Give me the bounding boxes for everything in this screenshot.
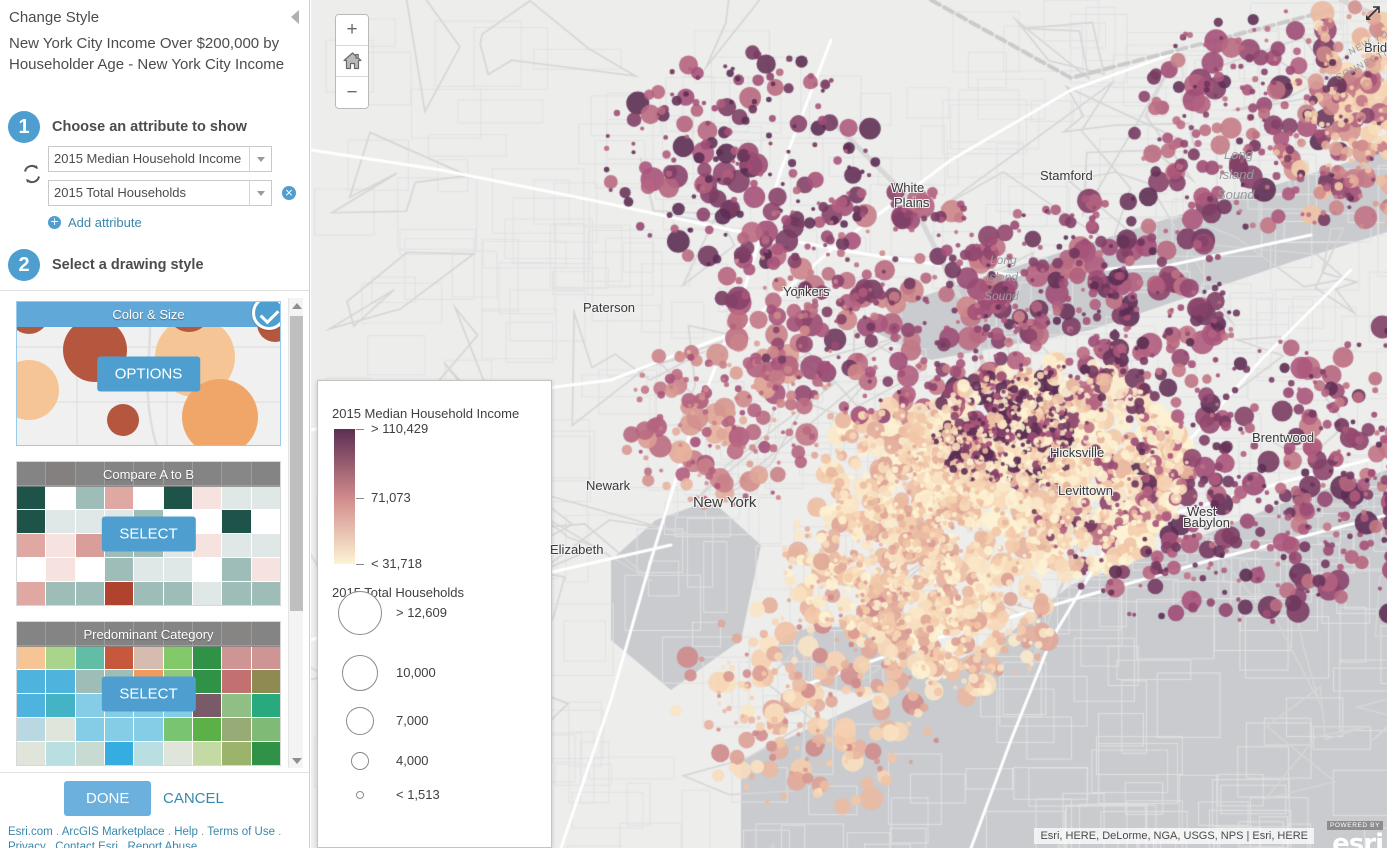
separator: .	[46, 841, 56, 848]
plus-circle-icon: +	[48, 216, 61, 229]
attribute-select-1[interactable]: 2015 Median Household Income	[48, 146, 272, 172]
legend-color-label-1: 71,073	[371, 490, 411, 505]
separator: .	[53, 826, 62, 838]
home-button[interactable]	[336, 46, 368, 77]
legend-tick	[356, 564, 364, 565]
separator: .	[275, 826, 281, 838]
legend-color-label-0: > 110,429	[371, 421, 428, 436]
footer-link-report-abuse[interactable]: Report Abuse	[128, 841, 198, 848]
esri-wordmark: esri	[1319, 832, 1383, 848]
add-attribute-label: Add attribute	[68, 215, 142, 230]
separator: .	[165, 826, 175, 838]
home-icon	[343, 52, 362, 70]
drawing-style-list: Color & Size OPTIONS Compare A to B	[0, 290, 310, 772]
scroll-down-arrow-icon[interactable]	[289, 753, 304, 768]
scrollbar-thumb[interactable]	[290, 316, 303, 611]
style-card-title: Color & Size	[17, 302, 280, 327]
legend-color-title: 2015 Median Household Income	[332, 406, 519, 421]
map-legend: 2015 Median Household Income 2015 Total …	[317, 380, 552, 848]
footer-link-help[interactable]: Help	[174, 826, 198, 838]
footer-link-privacy[interactable]: Privacy	[8, 841, 46, 848]
legend-size-label-4: < 1,513	[396, 787, 440, 802]
scroll-up-arrow-icon[interactable]	[289, 298, 304, 313]
step-1-badge: 1	[8, 111, 40, 143]
legend-size-label-1: 10,000	[396, 665, 436, 680]
remove-attribute-button[interactable]: ×	[282, 186, 296, 200]
legend-size-circle-4	[356, 791, 364, 799]
footer-link-esri-com[interactable]: Esri.com	[8, 826, 53, 838]
attribute-select-2-value: 2015 Total Households	[49, 181, 249, 205]
swap-attributes-icon[interactable]	[21, 163, 43, 185]
change-style-panel: Change Style New York City Income Over $…	[0, 0, 310, 848]
footer-link-contact-esri[interactable]: Contact Esri	[55, 841, 118, 848]
map-view[interactable]: + − 2015 Median Household Income 2015 To…	[311, 0, 1387, 848]
legend-size-label-3: 4,000	[396, 753, 429, 768]
esri-logo: POWERED BY esri	[1319, 814, 1383, 846]
arcgis-map-viewer: Change Style New York City Income Over $…	[0, 0, 1387, 848]
done-button[interactable]: DONE	[64, 781, 151, 816]
footer-link-arcgis-marketplace[interactable]: ArcGIS Marketplace	[62, 826, 165, 838]
style-select-button[interactable]: SELECT	[101, 516, 195, 551]
legend-color-ramp	[334, 429, 355, 564]
add-attribute-link[interactable]: + Add attribute	[48, 215, 142, 230]
separator: .	[198, 826, 207, 838]
footer-link-terms-of-use[interactable]: Terms of Use	[207, 826, 275, 838]
chevron-down-icon[interactable]	[249, 147, 271, 171]
layer-name: New York City Income Over $200,000 by Ho…	[9, 33, 295, 75]
legend-size-label-2: 7,000	[396, 713, 429, 728]
legend-size-circle-1	[342, 655, 378, 691]
style-select-button[interactable]: SELECT	[101, 676, 195, 711]
style-card-predominant-category[interactable]: Predominant Category SELECT	[16, 621, 281, 766]
step-1-heading: Choose an attribute to show	[52, 119, 247, 135]
style-options-button[interactable]: OPTIONS	[97, 356, 201, 391]
cancel-button[interactable]: CANCEL	[163, 790, 224, 807]
step-2-badge: 2	[8, 249, 40, 281]
collapse-left-arrow-icon[interactable]	[291, 10, 299, 24]
style-card-title: Predominant Category	[17, 622, 280, 647]
attribute-select-2[interactable]: 2015 Total Households	[48, 180, 272, 206]
style-list-scrollbar[interactable]	[288, 298, 303, 768]
chevron-down-icon[interactable]	[249, 181, 271, 205]
map-attribution: Esri, HERE, DeLorme, NGA, USGS, NPS | Es…	[1034, 828, 1314, 844]
style-card-compare-a-to-b[interactable]: Compare A to B SELECT	[16, 461, 281, 606]
zoom-in-button[interactable]: +	[336, 15, 368, 46]
separator: .	[118, 841, 128, 848]
legend-color-label-2: < 31,718	[371, 556, 422, 571]
panel-footer: DONE CANCEL Esri.com . ArcGIS Marketplac…	[0, 772, 310, 848]
legend-size-label-0: > 12,609	[396, 605, 447, 620]
legend-tick	[356, 498, 364, 499]
footer-links: Esri.com . ArcGIS Marketplace . Help . T…	[8, 825, 308, 848]
zoom-controls: + −	[335, 14, 369, 109]
legend-size-circle-3	[351, 752, 369, 770]
style-card-color-and-size[interactable]: Color & Size OPTIONS	[16, 301, 281, 446]
legend-size-circle-0	[338, 591, 382, 635]
attribute-select-1-value: 2015 Median Household Income	[49, 147, 249, 171]
legend-size-circle-2	[346, 707, 374, 735]
step-2-heading: Select a drawing style	[52, 257, 204, 273]
legend-tick	[356, 429, 364, 430]
style-card-title: Compare A to B	[17, 462, 280, 487]
page-title: Change Style	[9, 9, 99, 26]
expand-icon[interactable]	[1364, 4, 1382, 22]
zoom-out-button[interactable]: −	[336, 77, 368, 108]
